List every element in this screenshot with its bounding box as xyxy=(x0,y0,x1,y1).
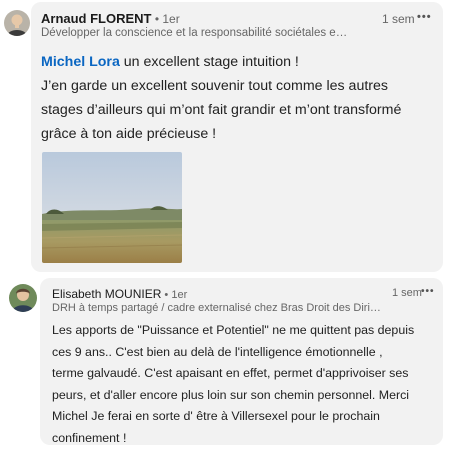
comment-line: Michel Je ferai en sorte d' être à Ville… xyxy=(52,409,380,423)
avatar-photo-icon xyxy=(4,10,30,36)
comment-body: Michel Lora un excellent stage intuition… xyxy=(41,50,401,146)
connection-degree: • 1er xyxy=(161,289,188,301)
comment-body: Les apports de "Puissance et Potentiel" … xyxy=(52,320,414,449)
timestamp: 1 sem xyxy=(392,287,422,299)
more-options-icon[interactable]: ••• xyxy=(421,286,435,297)
comment-elisabeth: Elisabeth MOUNIER • 1er DRH à temps part… xyxy=(0,272,449,449)
avatar[interactable] xyxy=(4,10,30,36)
author-line: Elisabeth MOUNIER • 1er xyxy=(52,287,187,301)
comment-line: ces 9 ans.. C'est bien au delà de l'inte… xyxy=(52,344,383,359)
author-line: Arnaud FLORENT • 1er xyxy=(41,11,180,26)
connection-degree: • 1er xyxy=(151,12,180,26)
comment-line: confinement ! xyxy=(52,430,127,445)
comment-arnaud: Arnaud FLORENT • 1er Développer la consc… xyxy=(0,0,449,272)
author-name[interactable]: Elisabeth MOUNIER xyxy=(52,287,161,301)
comment-line: peurs, et d'aller encore plus loin sur s… xyxy=(52,387,410,402)
attached-photo[interactable] xyxy=(42,152,182,263)
more-options-icon[interactable]: ••• xyxy=(417,11,432,23)
author-name[interactable]: Arnaud FLORENT xyxy=(41,11,152,26)
avatar[interactable] xyxy=(9,284,37,312)
comment-line: J’en garde un excellent souvenir tout co… xyxy=(41,78,388,94)
comment-line: stages d’ailleurs qui m’ont fait grandir… xyxy=(41,102,402,118)
author-headline: DRH à temps partagé / cadre externalisé … xyxy=(52,302,387,314)
author-headline: Développer la conscience et la responsab… xyxy=(41,27,348,39)
comment-line: terme galvaudé. C'est apaisant en effet,… xyxy=(52,366,409,380)
timestamp: 1 sem xyxy=(382,12,415,26)
comment-line: Les apports de "Puissance et Potentiel" … xyxy=(52,323,415,337)
mention-link[interactable]: Michel Lora xyxy=(41,54,120,70)
comment-line: grâce à ton aide précieuse ! xyxy=(41,126,217,142)
comment-line: un excellent stage intuition ! xyxy=(119,54,299,70)
avatar-photo-icon xyxy=(9,284,37,312)
landscape-photo-icon xyxy=(42,152,182,263)
